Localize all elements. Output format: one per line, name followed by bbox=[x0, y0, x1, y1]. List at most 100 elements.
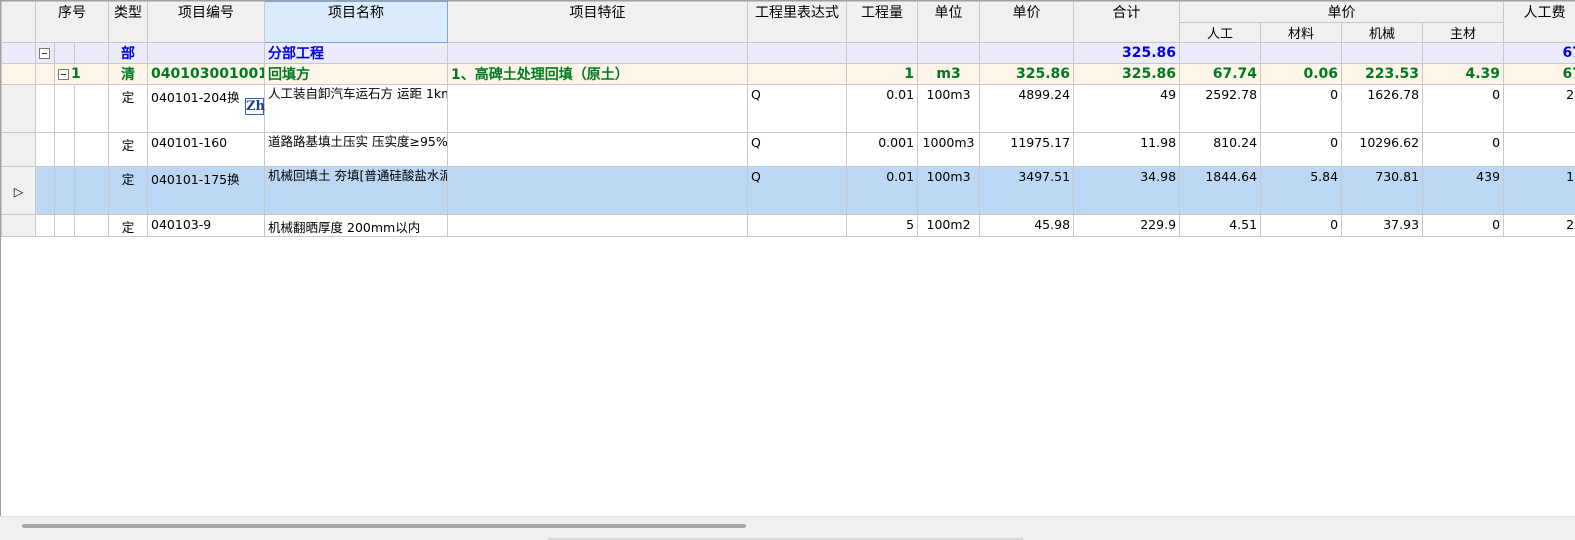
table-row-ding[interactable]: 定 040101-160 道路路基填土压实 压实度≥95% Q 0.001 10… bbox=[1, 132, 1575, 167]
feature-cell[interactable] bbox=[447, 84, 749, 133]
code-cell[interactable]: 040101-160 bbox=[147, 132, 266, 167]
machine-cell[interactable] bbox=[1341, 42, 1424, 64]
machine-cell[interactable]: 730.81 bbox=[1341, 166, 1424, 215]
unit-cell[interactable]: 100m3 bbox=[917, 84, 981, 133]
name-cell[interactable]: 机械回填土 夯填[普通硅酸盐水泥(国产) 42.5(R)(散装)] bbox=[264, 166, 449, 215]
type-cell[interactable]: 部 bbox=[108, 42, 149, 64]
feature-cell[interactable] bbox=[447, 132, 749, 167]
total-cell[interactable]: 34.98 bbox=[1073, 166, 1181, 215]
header-labor-fee[interactable]: 人工费 bbox=[1503, 1, 1575, 43]
table-row-ding-selected[interactable]: ▷ 定 040101-175换 机械回填土 夯填[普通硅酸盐水泥(国产) 42.… bbox=[1, 166, 1575, 215]
main-material-cell[interactable] bbox=[1422, 42, 1505, 64]
labor-cell[interactable]: 810.24 bbox=[1179, 132, 1262, 167]
collapse-icon[interactable] bbox=[58, 68, 69, 80]
unit-cell[interactable]: 100m2 bbox=[917, 214, 981, 237]
expr-cell[interactable] bbox=[747, 42, 848, 64]
code-cell[interactable]: 040101-175换 bbox=[147, 166, 266, 215]
expr-cell[interactable]: Q bbox=[747, 132, 848, 167]
material-cell[interactable]: 0.06 bbox=[1260, 63, 1343, 85]
header-name[interactable]: 项目名称 bbox=[264, 1, 449, 43]
qty-cell[interactable]: 0.01 bbox=[846, 166, 919, 215]
feature-cell[interactable]: 1、高碑土处理回填（原土） bbox=[447, 63, 749, 85]
row-indicator[interactable] bbox=[1, 214, 36, 237]
material-cell[interactable]: 0 bbox=[1260, 84, 1343, 133]
expr-cell[interactable]: Q bbox=[747, 166, 848, 215]
collapse-icon[interactable] bbox=[39, 47, 50, 59]
total-cell[interactable]: 229.9 bbox=[1073, 214, 1181, 237]
price-cell[interactable] bbox=[979, 42, 1075, 64]
labor-cell[interactable]: 67.74 bbox=[1179, 63, 1262, 85]
header-total[interactable]: 合计 bbox=[1073, 1, 1181, 43]
main-material-cell[interactable]: 4.39 bbox=[1422, 63, 1505, 85]
feature-cell[interactable] bbox=[447, 166, 749, 215]
qty-cell[interactable]: 1 bbox=[846, 63, 919, 85]
feature-cell[interactable] bbox=[447, 214, 749, 237]
labor-fee-cell[interactable]: 0 bbox=[1503, 132, 1575, 167]
table-row-ding[interactable]: 定 040101-204换 人工装自卸汽车运石方 运距 1km以内(实际运距:2… bbox=[1, 84, 1575, 133]
price-cell[interactable]: 4899.24 bbox=[979, 84, 1075, 133]
row-indicator[interactable] bbox=[1, 84, 36, 133]
name-cell[interactable]: 道路路基填土压实 压实度≥95% bbox=[264, 132, 449, 167]
main-material-cell[interactable]: 439 bbox=[1422, 166, 1505, 215]
qty-cell[interactable] bbox=[846, 42, 919, 64]
material-cell[interactable]: 0 bbox=[1260, 132, 1343, 167]
name-cell[interactable]: 人工装自卸汽车运石方 运距 1km以内(实际运距:2km) bbox=[264, 84, 449, 133]
total-cell[interactable]: 325.86 bbox=[1073, 63, 1181, 85]
qty-cell[interactable]: 5 bbox=[846, 214, 919, 237]
price-cell[interactable]: 325.86 bbox=[979, 63, 1075, 85]
header-material[interactable]: 材料 bbox=[1260, 22, 1343, 43]
labor-cell[interactable] bbox=[1179, 42, 1262, 64]
qty-cell[interactable]: 0.001 bbox=[846, 132, 919, 167]
main-material-cell[interactable]: 0 bbox=[1422, 84, 1505, 133]
table-row-ding[interactable]: 定 040103-9 机械翻晒厚度 200mm以内 5 100m2 45.98 … bbox=[1, 214, 1575, 237]
labor-fee-cell[interactable]: 25 bbox=[1503, 84, 1575, 133]
expr-cell[interactable] bbox=[747, 63, 848, 85]
unit-cell[interactable] bbox=[917, 42, 981, 64]
name-cell[interactable]: 机械翻晒厚度 200mm以内 bbox=[264, 214, 449, 237]
total-cell[interactable]: 11.98 bbox=[1073, 132, 1181, 167]
header-labor[interactable]: 人工 bbox=[1179, 22, 1262, 43]
qty-cell[interactable]: 0.01 bbox=[846, 84, 919, 133]
tree-toggle-cell[interactable] bbox=[35, 42, 55, 64]
material-cell[interactable]: 0 bbox=[1260, 214, 1343, 237]
labor-fee-cell[interactable]: 22 bbox=[1503, 214, 1575, 237]
type-cell[interactable]: 定 bbox=[108, 132, 149, 167]
type-cell[interactable]: 定 bbox=[108, 166, 149, 215]
header-price[interactable]: 单价 bbox=[979, 1, 1075, 43]
main-material-cell[interactable]: 0 bbox=[1422, 132, 1505, 167]
main-material-cell[interactable]: 0 bbox=[1422, 214, 1505, 237]
row-indicator[interactable] bbox=[1, 63, 36, 85]
name-cell[interactable]: 回填方 bbox=[264, 63, 449, 85]
labor-fee-cell[interactable]: 18 bbox=[1503, 166, 1575, 215]
header-feature[interactable]: 项目特征 bbox=[447, 1, 749, 43]
unit-cell[interactable]: 1000m3 bbox=[917, 132, 981, 167]
header-unit[interactable]: 单位 bbox=[917, 1, 981, 43]
price-cell[interactable]: 3497.51 bbox=[979, 166, 1075, 215]
type-cell[interactable]: 定 bbox=[108, 214, 149, 237]
table-row-qing[interactable]: 1 清 040103001001 回填方 1、高碑土处理回填（原土） 1 m3 … bbox=[1, 63, 1575, 85]
budget-grid[interactable]: 序号 类型 项目编号 项目名称 项目特征 工程里表达式 工程量 单位 单价 合计… bbox=[0, 0, 1575, 516]
price-cell[interactable]: 11975.17 bbox=[979, 132, 1075, 167]
seq-cell[interactable]: 1 bbox=[53, 63, 110, 85]
labor-cell[interactable]: 1844.64 bbox=[1179, 166, 1262, 215]
header-machine[interactable]: 机械 bbox=[1341, 22, 1424, 43]
type-cell[interactable]: 定 bbox=[108, 84, 149, 133]
unit-cell[interactable]: m3 bbox=[917, 63, 981, 85]
expr-cell[interactable] bbox=[747, 214, 848, 237]
material-cell[interactable]: 5.84 bbox=[1260, 166, 1343, 215]
labor-cell[interactable]: 2592.78 bbox=[1179, 84, 1262, 133]
labor-fee-cell[interactable]: 67 bbox=[1503, 42, 1575, 64]
row-indicator[interactable] bbox=[1, 42, 36, 64]
price-cell[interactable]: 45.98 bbox=[979, 214, 1075, 237]
labor-fee-cell[interactable]: 67 bbox=[1503, 63, 1575, 85]
unit-cell[interactable]: 100m3 bbox=[917, 166, 981, 215]
header-seq[interactable]: 序号 bbox=[34, 1, 110, 43]
machine-cell[interactable]: 1626.78 bbox=[1341, 84, 1424, 133]
total-cell[interactable]: 49 bbox=[1073, 84, 1181, 133]
machine-cell[interactable]: 223.53 bbox=[1341, 63, 1424, 85]
row-pointer-icon[interactable]: ▷ bbox=[1, 166, 36, 215]
horizontal-scrollbar[interactable] bbox=[0, 516, 1575, 540]
code-cell[interactable] bbox=[147, 42, 266, 64]
header-qty[interactable]: 工程量 bbox=[846, 1, 919, 43]
header-expr[interactable]: 工程里表达式 bbox=[747, 1, 848, 43]
